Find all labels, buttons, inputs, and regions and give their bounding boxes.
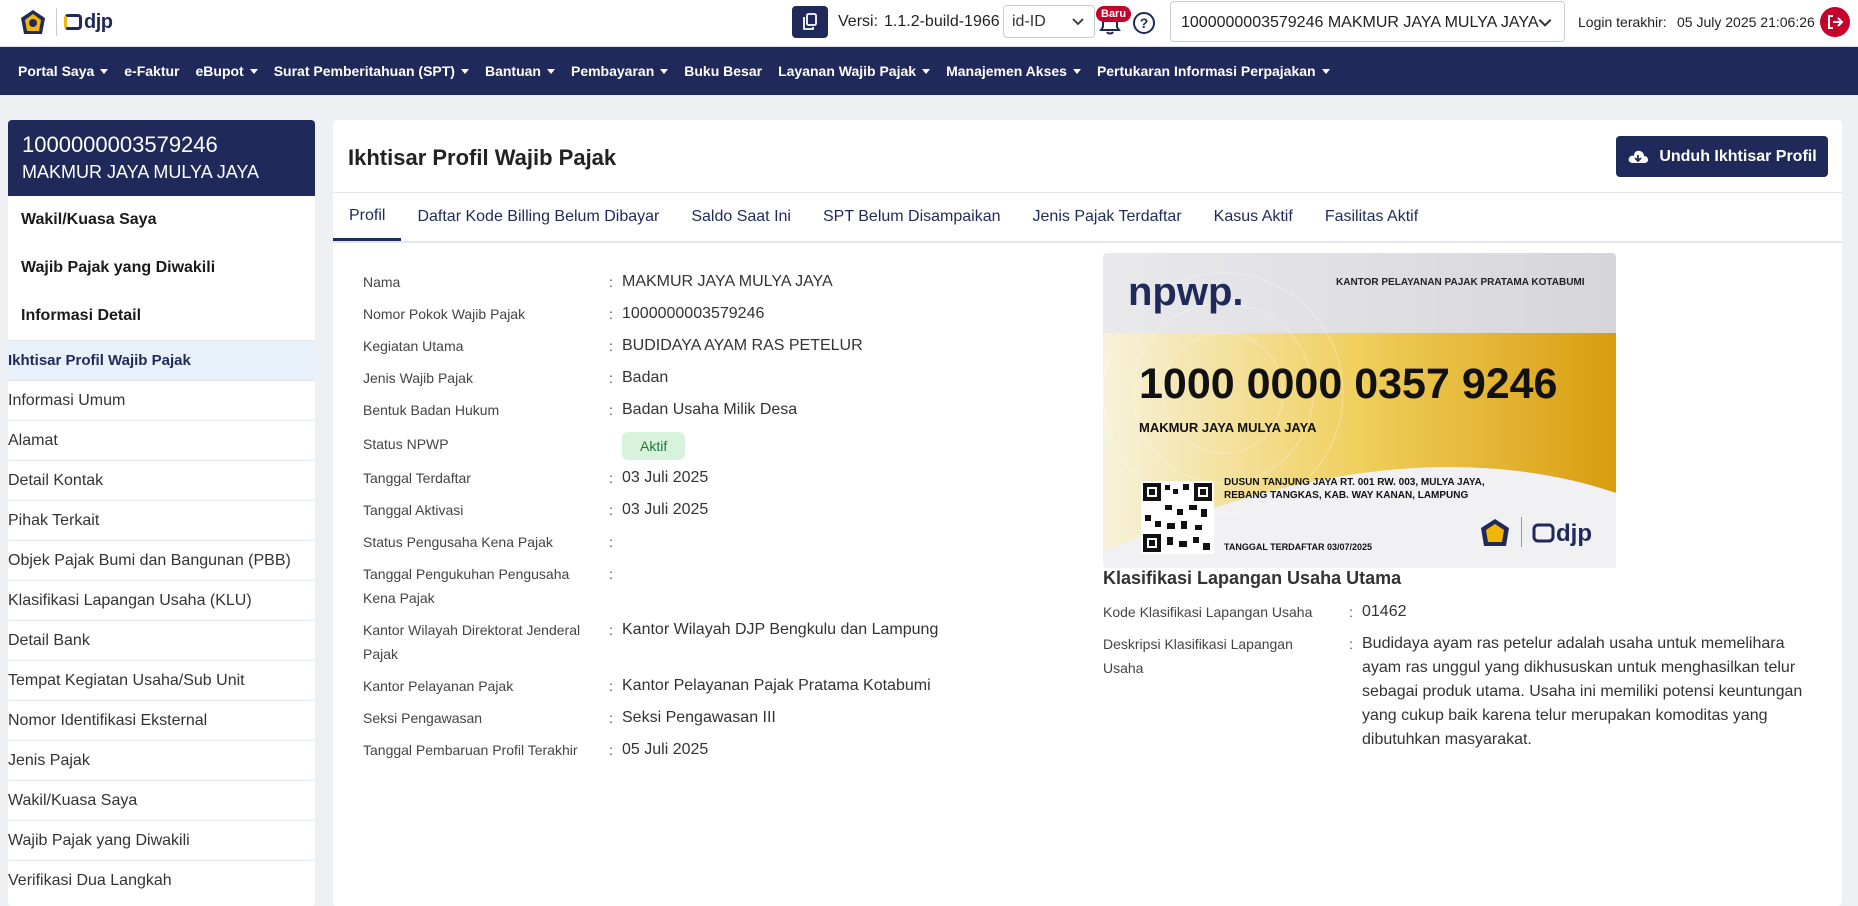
sidebar-section-wajib-pajak-diwakili[interactable]: Wajib Pajak yang Diwakili: [8, 244, 315, 292]
top-bar: djp Versi: 1.1.2-build-1966 id-ID Baru ?…: [0, 0, 1858, 47]
sidebar-item-wajib-pajak-diwakili[interactable]: Wajib Pajak yang Diwakili: [8, 820, 315, 860]
caret-down-icon: [100, 68, 109, 74]
djp-logo[interactable]: djp: [64, 9, 113, 35]
nav-buku-besar[interactable]: Buku Besar: [684, 63, 762, 79]
sidebar-item-objek-pbb[interactable]: Objek Pajak Bumi dan Bangunan (PBB): [8, 540, 315, 580]
logout-button[interactable]: [1820, 7, 1850, 37]
status-badge: Aktif: [622, 432, 686, 460]
logout-icon: [1828, 15, 1844, 29]
caret-down-icon: [249, 68, 258, 74]
tab-daftar-kode-billing[interactable]: Daftar Kode Billing Belum Dibayar: [401, 193, 675, 241]
npwp-card: npwp. KANTOR PELAYANAN PAJAK PRATAMA KOT…: [1103, 253, 1616, 568]
nav-e-faktur[interactable]: e-Faktur: [124, 63, 179, 79]
nav-ebupot[interactable]: eBupot: [196, 63, 258, 79]
nav-portal-saya[interactable]: Portal Saya: [18, 63, 109, 79]
chevron-down-icon: [1072, 18, 1084, 26]
copy-icon: [803, 13, 817, 30]
sidebar-item-klu[interactable]: Klasifikasi Lapangan Usaha (KLU): [8, 580, 315, 620]
main-nav: Portal Saya e-Faktur eBupot Surat Pember…: [0, 47, 1858, 95]
card-taxpayer-name: MAKMUR JAYA MULYA JAYA: [1139, 420, 1317, 435]
language-select[interactable]: id-ID: [1003, 5, 1095, 38]
sidebar-taxpayer-name: MAKMUR JAYA MULYA JAYA: [22, 162, 260, 182]
caret-down-icon: [922, 68, 931, 74]
language-value: id-ID: [1012, 13, 1046, 30]
card-npwp-logo: npwp.: [1128, 270, 1244, 314]
tab-profil[interactable]: Profil: [333, 193, 402, 241]
sidebar-npwp: 1000000003579246: [22, 132, 218, 157]
page-title: Ikhtisar Profil Wajib Pajak: [348, 145, 617, 170]
caret-down-icon: [460, 68, 469, 74]
caret-down-icon: [546, 68, 555, 74]
klu-section-title: Klasifikasi Lapangan Usaha Utama: [1103, 568, 1402, 588]
sidebar: 1000000003579246 MAKMUR JAYA MULYA JAYA …: [8, 120, 315, 906]
tab-fasilitas-aktif[interactable]: Fasilitas Aktif: [1309, 193, 1434, 241]
card-npwp-number: 1000 0000 0357 9246: [1139, 360, 1557, 408]
sidebar-item-detail-kontak[interactable]: Detail Kontak: [8, 460, 315, 500]
sidebar-item-nomor-identifikasi[interactable]: Nomor Identifikasi Eksternal: [8, 700, 315, 740]
tab-saldo-saat-ini[interactable]: Saldo Saat Ini: [675, 193, 807, 241]
card-address-line-2: REBANG TANGKAS, KAB. WAY KANAN, LAMPUNG: [1224, 490, 1468, 501]
nav-manajemen-akses[interactable]: Manajemen Akses: [946, 63, 1081, 79]
sidebar-item-ikhtisar-profil[interactable]: Ikhtisar Profil Wajib Pajak: [8, 340, 315, 380]
sidebar-section-informasi-detail[interactable]: Informasi Detail: [8, 292, 315, 340]
sidebar-item-wakil-kuasa[interactable]: Wakil/Kuasa Saya: [8, 780, 315, 820]
last-login-label: Login terakhir:: [1578, 14, 1667, 30]
card-djp-logo: djp: [1556, 520, 1592, 547]
profile-tabs: Profil Daftar Kode Billing Belum Dibayar…: [333, 193, 1842, 243]
nav-pembayaran[interactable]: Pembayaran: [571, 63, 669, 79]
sidebar-header: 1000000003579246 MAKMUR JAYA MULYA JAYA: [8, 120, 315, 196]
nav-bantuan[interactable]: Bantuan: [485, 63, 555, 79]
kemenkeu-emblem-icon[interactable]: [18, 8, 48, 38]
sidebar-item-tempat-kegiatan[interactable]: Tempat Kegiatan Usaha/Sub Unit: [8, 660, 315, 700]
sidebar-item-verifikasi-dua-langkah[interactable]: Verifikasi Dua Langkah: [8, 860, 315, 900]
sidebar-item-detail-bank[interactable]: Detail Bank: [8, 620, 315, 660]
tab-jenis-pajak-terdaftar[interactable]: Jenis Pajak Terdaftar: [1017, 193, 1198, 241]
caret-down-icon: [1072, 68, 1081, 74]
nav-spt[interactable]: Surat Pemberitahuan (SPT): [274, 63, 469, 79]
version-label: Versi:: [838, 13, 879, 30]
account-select[interactable]: 1000000003579246 MAKMUR JAYA MULYA JAYA: [1170, 1, 1565, 42]
download-profile-label: Unduh Ikhtisar Profil: [1659, 147, 1817, 165]
caret-down-icon: [1321, 68, 1330, 74]
notification-badge: Baru: [1096, 6, 1132, 22]
account-value: 1000000003579246 MAKMUR JAYA MULYA JAYA: [1181, 14, 1539, 31]
tab-spt-belum-disampaikan[interactable]: SPT Belum Disampaikan: [807, 193, 1017, 241]
download-profile-button[interactable]: Unduh Ikhtisar Profil: [1616, 136, 1828, 177]
sidebar-item-alamat[interactable]: Alamat: [8, 420, 315, 460]
qr-code-icon: [1141, 481, 1214, 554]
last-login-value: 05 July 2025 21:06:26: [1677, 14, 1815, 30]
nav-pertukaran-informasi[interactable]: Pertukaran Informasi Perpajakan: [1097, 63, 1330, 79]
djp-logo-mark-icon: [64, 14, 82, 30]
tab-kasus-aktif[interactable]: Kasus Aktif: [1198, 193, 1309, 241]
help-icon[interactable]: ?: [1133, 12, 1155, 34]
sidebar-item-pihak-terkait[interactable]: Pihak Terkait: [8, 500, 315, 540]
card-logo-separator: [1521, 517, 1522, 547]
card-kpp-text: KANTOR PELAYANAN PAJAK PRATAMA KOTABUMI: [1336, 277, 1585, 288]
caret-down-icon: [660, 68, 669, 74]
main-panel: Ikhtisar Profil Wajib Pajak Unduh Ikhtis…: [333, 120, 1842, 906]
card-registered-date: TANGGAL TERDAFTAR 03/07/2025: [1224, 542, 1372, 552]
nav-layanan-wajib-pajak[interactable]: Layanan Wajib Pajak: [778, 63, 931, 79]
cloud-download-icon: [1628, 150, 1649, 163]
card-address-line-1: DUSUN TANJUNG JAYA RT. 001 RW. 003, MULY…: [1224, 477, 1485, 488]
djp-logo-text: djp: [84, 10, 113, 33]
version-value: 1.1.2-build-1966: [884, 13, 1000, 30]
chevron-down-icon: [1538, 19, 1552, 27]
copy-version-button[interactable]: [792, 6, 828, 38]
logo-separator: [56, 8, 57, 36]
sidebar-item-informasi-umum[interactable]: Informasi Umum: [8, 380, 315, 420]
sidebar-section-wakil-kuasa[interactable]: Wakil/Kuasa Saya: [8, 196, 315, 244]
sidebar-item-jenis-pajak[interactable]: Jenis Pajak: [8, 740, 315, 780]
